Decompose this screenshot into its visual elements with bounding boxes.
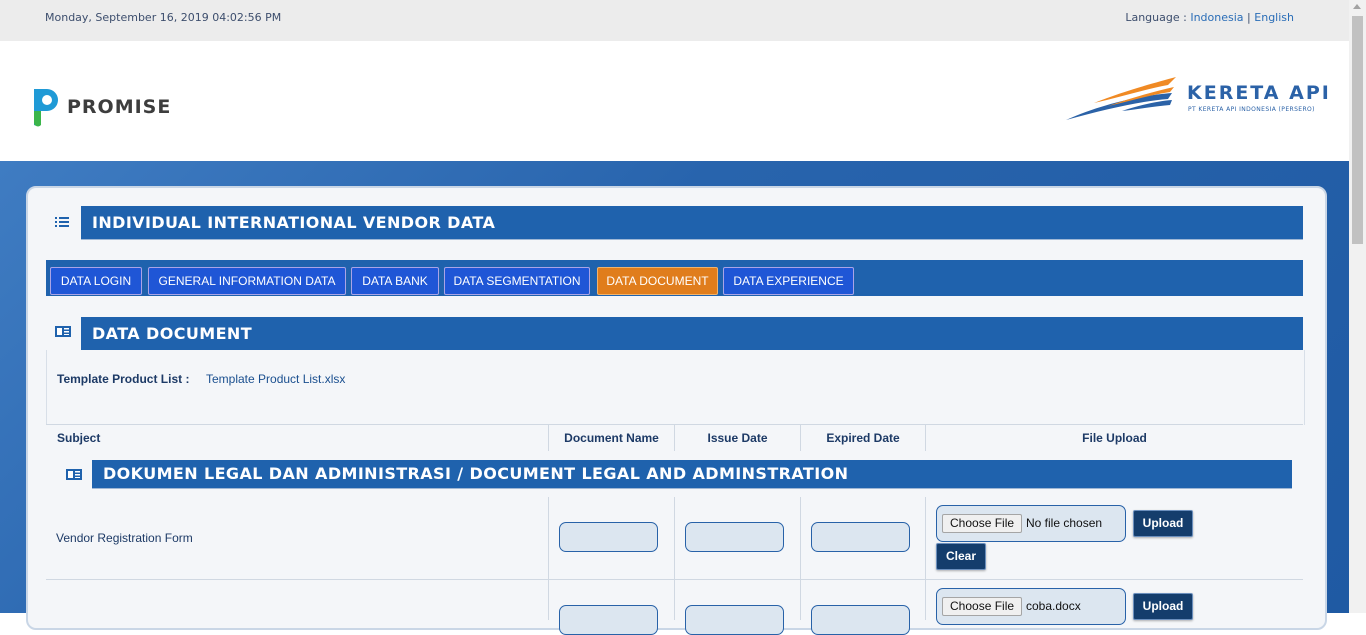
template-product-list-label: Template Product List : [57,372,190,386]
document-group-title: DOKUMEN LEGAL DAN ADMINISTRASI / DOCUMEN… [92,460,1292,488]
promise-logo-icon [34,89,58,127]
chosen-file-name: No file chosen [1026,516,1103,530]
tab-general-information-data[interactable]: GENERAL INFORMATION DATA [148,267,346,295]
document-icon [55,326,71,337]
template-info-area [46,350,1305,425]
issue-date-input[interactable] [685,605,784,635]
current-datetime: Monday, September 16, 2019 04:02:56 PM [45,11,282,24]
documents-table-header: Subject Document Name Issue Date Expired… [46,424,1303,453]
page-title: INDIVIDUAL INTERNATIONAL VENDOR DATA [81,206,1303,239]
choose-file-button[interactable]: Choose File [942,597,1023,616]
column-divider [800,497,801,579]
column-header-document-name: Document Name [549,425,675,452]
table-row: Choose File coba.docx Upload [46,580,1303,635]
top-info-bar: Monday, September 16, 2019 04:02:56 PM L… [0,0,1349,41]
language-english-link[interactable]: English [1254,11,1294,24]
document-group-row: DOKUMEN LEGAL DAN ADMINISTRASI / DOCUMEN… [46,451,1303,498]
tab-data-document[interactable]: DATA DOCUMENT [597,267,718,295]
column-divider [800,580,801,620]
language-indonesia-link[interactable]: Indonesia [1190,11,1243,24]
tab-data-segmentation[interactable]: DATA SEGMENTATION [444,267,590,295]
column-divider [925,497,926,579]
table-row: Vendor Registration Form Choose File No … [46,497,1303,580]
language-separator: | [1247,11,1251,24]
column-header-file-upload: File Upload [1082,431,1147,445]
template-product-list-link[interactable]: Template Product List.xlsx [206,372,345,386]
choose-file-button[interactable]: Choose File [942,514,1023,533]
kereta-api-logo: KERETA API PT KERETA API INDONESIA (PERS… [1064,73,1339,133]
site-header: PROMISE KERETA API PT KERETA API INDONES… [0,41,1349,161]
scrollbar-thumb[interactable] [1352,16,1363,244]
column-divider [674,497,675,579]
tab-data-bank[interactable]: DATA BANK [351,267,439,295]
upload-button[interactable]: Upload [1133,593,1193,620]
language-label: Language : [1125,11,1187,24]
column-divider [548,497,549,579]
file-input[interactable]: Choose File No file chosen [936,505,1126,542]
document-name-input[interactable] [559,522,658,552]
expired-date-input[interactable] [811,522,910,552]
chosen-file-name: coba.docx [1026,599,1081,613]
kereta-api-subtitle: PT KERETA API INDONESIA (PERSERO) [1188,106,1315,113]
column-header-subject: Subject [46,425,549,452]
kereta-api-swoosh-icon [1066,77,1176,120]
clear-button[interactable]: Clear [936,543,986,570]
kereta-api-name: KERETA API [1187,82,1331,104]
tab-data-login[interactable]: DATA LOGIN [50,267,142,295]
document-icon [66,469,82,480]
column-divider [925,580,926,620]
language-switcher: Language : Indonesia | English [1125,11,1294,24]
promise-brand-text: PROMISE [67,96,172,118]
expired-date-input[interactable] [811,605,910,635]
file-input[interactable]: Choose File coba.docx [936,588,1126,625]
vertical-scrollbar[interactable] [1349,0,1366,613]
vendor-data-tabs: DATA LOGIN GENERAL INFORMATION DATA DATA… [46,260,1303,296]
section-title: DATA DOCUMENT [81,317,1303,350]
column-header-expired-date: Expired Date [801,425,926,452]
column-header-issue-date: Issue Date [675,425,801,452]
issue-date-input[interactable] [685,522,784,552]
column-divider [548,580,549,620]
document-name-input[interactable] [559,605,658,635]
upload-button[interactable]: Upload [1133,510,1193,537]
column-divider [674,580,675,620]
row-subject: Vendor Registration Form [56,531,193,545]
tab-data-experience[interactable]: DATA EXPERIENCE [723,267,854,295]
list-icon [55,217,69,227]
scroll-up-icon[interactable] [1353,4,1361,9]
